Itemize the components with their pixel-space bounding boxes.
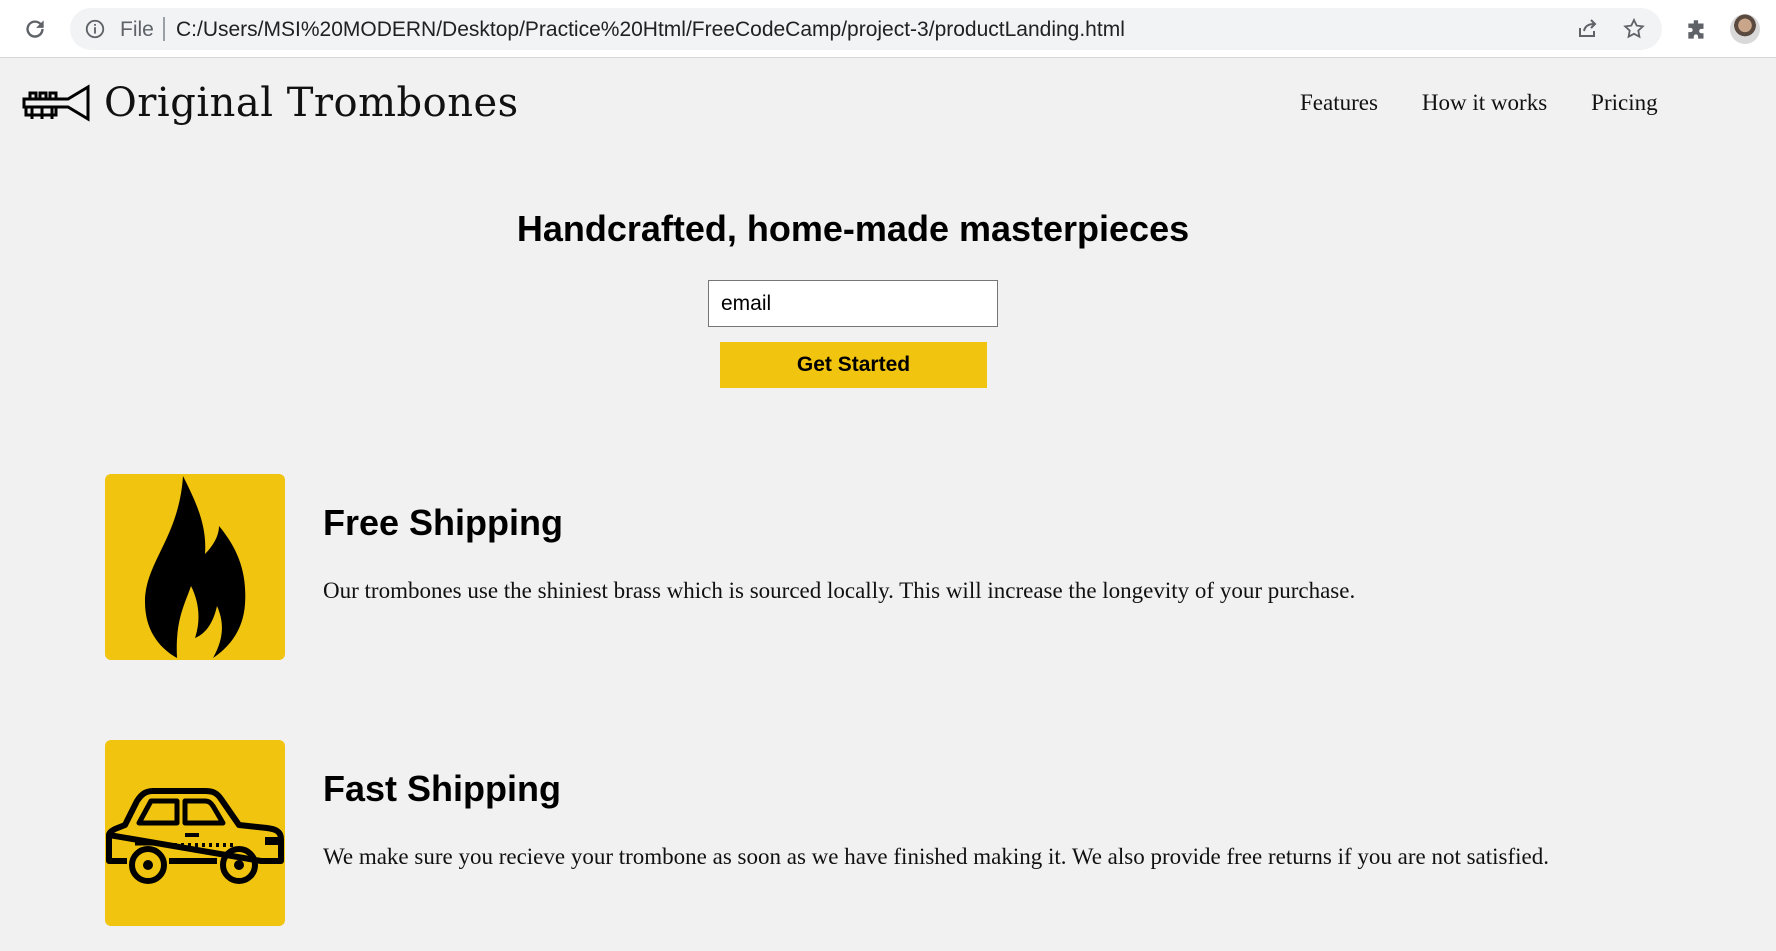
feature-icon-tile — [105, 474, 285, 660]
trumpet-icon — [22, 84, 90, 122]
nav-link-pricing[interactable]: Pricing — [1591, 90, 1657, 116]
feature-icon-tile — [105, 740, 285, 926]
star-icon[interactable] — [1622, 17, 1646, 41]
reload-icon[interactable] — [22, 16, 48, 42]
browser-toolbar: File C:/Users/MSI%20MODERN/Desktop/Pract… — [0, 0, 1776, 58]
file-label: File — [120, 18, 154, 41]
nav-link-how-it-works[interactable]: How it works — [1422, 90, 1547, 116]
site-logo[interactable]: Original Trombones — [22, 78, 519, 128]
share-icon[interactable] — [1576, 17, 1600, 41]
info-icon[interactable] — [84, 18, 106, 40]
separator — [163, 17, 165, 41]
feature-title: Free Shipping — [323, 502, 564, 543]
logo-text: Original Trombones — [104, 80, 519, 126]
car-icon — [106, 788, 284, 884]
extensions-icon[interactable] — [1684, 17, 1710, 43]
email-field[interactable] — [708, 280, 998, 327]
hero-title: Handcrafted, home-made masterpieces — [516, 208, 1190, 249]
address-bar[interactable]: File C:/Users/MSI%20MODERN/Desktop/Pract… — [70, 8, 1662, 50]
get-started-button[interactable]: Get Started — [720, 342, 987, 388]
feature-free-shipping: Free Shipping Our trombones use the shin… — [105, 474, 1705, 660]
url-text[interactable]: C:/Users/MSI%20MODERN/Desktop/Practice%2… — [176, 18, 1125, 42]
feature-description: We make sure you recieve your trombone a… — [323, 844, 1549, 869]
nav-link-features[interactable]: Features — [1300, 90, 1378, 116]
profile-avatar[interactable] — [1730, 14, 1760, 44]
main-nav: Features How it works Pricing — [1300, 90, 1702, 116]
feature-title: Fast Shipping — [323, 768, 561, 809]
feature-fast-shipping: Fast Shipping We make sure you recieve y… — [105, 740, 1705, 926]
feature-description: Our trombones use the shiniest brass whi… — [323, 578, 1356, 603]
flame-icon — [145, 476, 246, 658]
